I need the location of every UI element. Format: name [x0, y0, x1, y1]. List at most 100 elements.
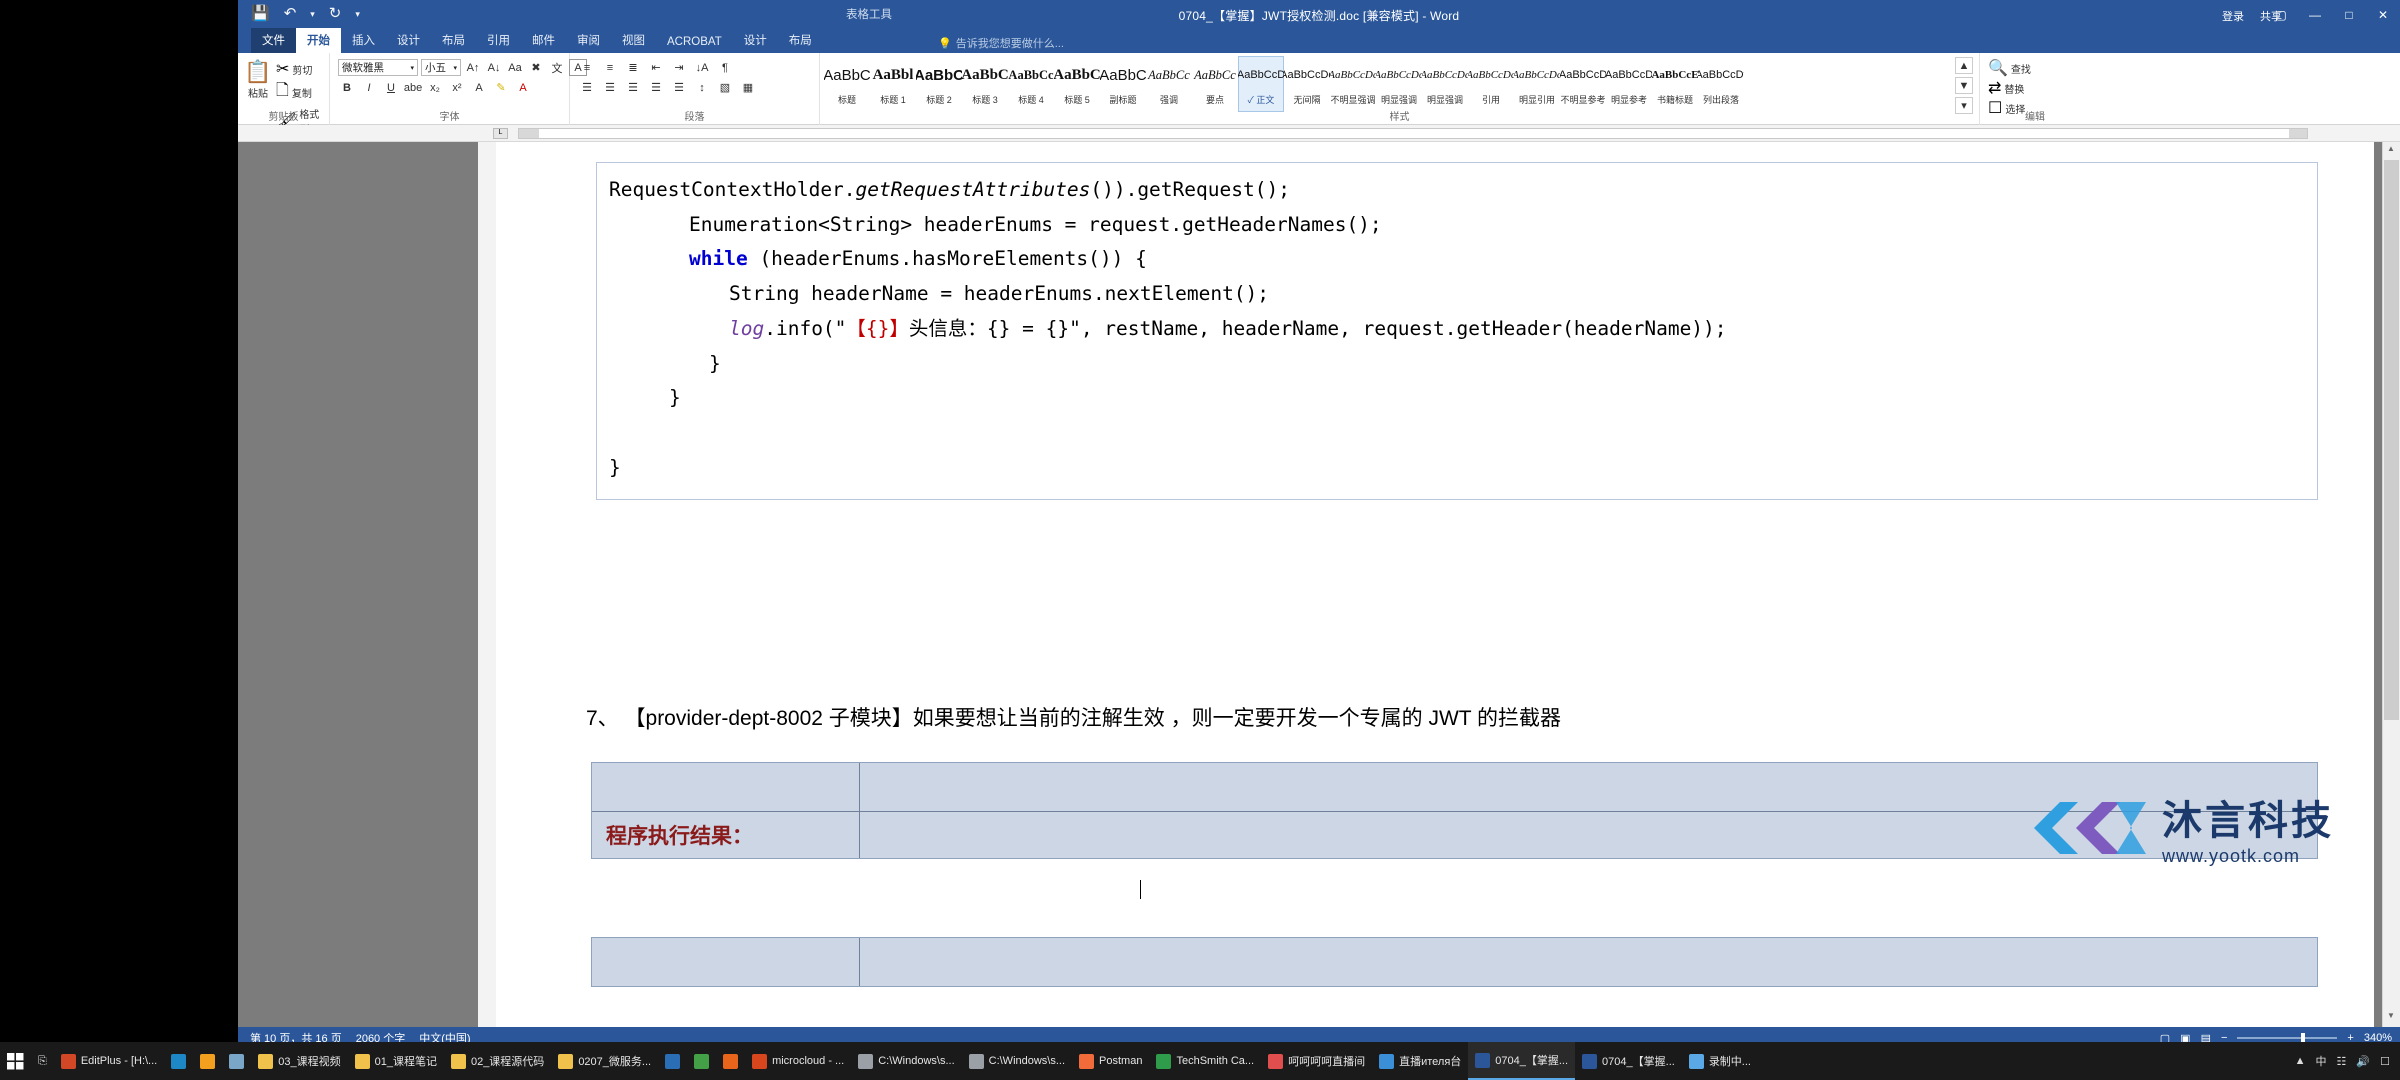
text-effects-icon[interactable]: A	[470, 79, 488, 96]
style-item-9[interactable]: AaBbCcD ✓ 正文	[1238, 56, 1284, 112]
tab-10[interactable]: 设计	[733, 28, 778, 53]
style-item-7[interactable]: AaBbCc 强调	[1146, 56, 1192, 112]
taskbar-item-6[interactable]: 02_课程源代码	[444, 1042, 551, 1080]
decrease-indent-icon[interactable]: ⇤	[647, 59, 665, 76]
zoom-slider[interactable]	[2237, 1033, 2338, 1043]
style-item-12[interactable]: AaBbCcDc 明显强调	[1376, 56, 1422, 112]
network-icon[interactable]: ☷	[2337, 1055, 2347, 1068]
document-canvas[interactable]: RequestContextHolder.getRequestAttribute…	[238, 142, 2400, 1027]
task-view-button[interactable]: ⎘	[31, 1042, 54, 1080]
align-right-icon[interactable]: ☰	[624, 79, 642, 96]
phonetic-guide-icon[interactable]: 文	[548, 59, 566, 76]
taskbar-item-20[interactable]: 录制中...	[1682, 1042, 1758, 1080]
scroll-down-icon[interactable]: ▼	[2384, 1011, 2398, 1025]
increase-indent-icon[interactable]: ⇥	[670, 59, 688, 76]
close-button[interactable]: ✕	[2366, 0, 2400, 30]
horizontal-ruler[interactable]	[518, 128, 2308, 139]
ribbon-tabs[interactable]: 文件 开始 插入 设计 布局 引用 邮件 审阅 视图 ACROBAT 设计 布局 💡 告诉我您想要做什…	[238, 28, 2400, 53]
minimize-button[interactable]: —	[2298, 0, 2332, 30]
window-controls[interactable]: ▢ — □ ✕	[2264, 0, 2400, 30]
shading-icon[interactable]: ▧	[716, 79, 734, 96]
ime-icon[interactable]: 中	[2316, 1053, 2327, 1069]
scroll-up-icon[interactable]: ▲	[2384, 144, 2398, 158]
scrollbar-thumb[interactable]	[2384, 160, 2399, 720]
bold-icon[interactable]: B	[338, 79, 356, 96]
taskbar-item-2[interactable]	[193, 1042, 222, 1080]
font-size-combo[interactable]: 小五 ▾	[421, 59, 461, 76]
style-item-10[interactable]: AaBbCcDc 无间隔	[1284, 56, 1330, 112]
maximize-button[interactable]: □	[2332, 0, 2366, 30]
multilevel-list-icon[interactable]: ≣	[624, 59, 642, 76]
taskbar-item-4[interactable]: 03_课程视频	[251, 1042, 347, 1080]
tab-5[interactable]: 引用	[476, 28, 521, 53]
taskbar-item-1[interactable]	[164, 1042, 193, 1080]
style-item-19[interactable]: AaBbCcDt 列出段落	[1698, 56, 1744, 112]
start-button[interactable]	[0, 1042, 31, 1080]
style-item-4[interactable]: AaBbCc 标题 4	[1008, 56, 1054, 112]
distribute-icon[interactable]: ☰	[670, 79, 688, 96]
tab-selector-button[interactable]: L	[493, 128, 508, 139]
text-highlight-icon[interactable]: ✎	[492, 79, 510, 96]
taskbar-item-9[interactable]	[687, 1042, 716, 1080]
table-row[interactable]	[592, 938, 2317, 986]
style-item-6[interactable]: AaBbC 副标题	[1100, 56, 1146, 112]
table-cell[interactable]	[592, 938, 860, 986]
style-item-17[interactable]: AaBbCcD 明显参考	[1606, 56, 1652, 112]
italic-icon[interactable]: I	[360, 79, 378, 96]
change-case-icon[interactable]: Aa	[506, 59, 524, 76]
tab-2[interactable]: 插入	[341, 28, 386, 53]
show-marks-icon[interactable]: ¶	[716, 59, 734, 76]
style-item-0[interactable]: AaBbC 标题	[824, 56, 870, 112]
tab-11[interactable]: 布局	[778, 28, 823, 53]
tab-1[interactable]: 开始	[296, 28, 341, 53]
style-item-13[interactable]: AaBbCcDc 明显强调	[1422, 56, 1468, 112]
paste-icon[interactable]: 📋	[244, 59, 272, 85]
font-color-icon[interactable]: A	[514, 79, 532, 96]
style-item-8[interactable]: AaBbCc 要点	[1192, 56, 1238, 112]
tell-me-box[interactable]: 💡 告诉我您想要做什么...	[938, 35, 1064, 51]
tab-9[interactable]: ACROBAT	[656, 32, 733, 53]
tab-7[interactable]: 审阅	[566, 28, 611, 53]
taskbar-item-11[interactable]: microcloud - ...	[745, 1042, 851, 1080]
styles-scroll-up-icon[interactable]: ▲	[1955, 57, 1973, 74]
taskbar-item-13[interactable]: C:\Windows\s...	[962, 1042, 1072, 1080]
tab-6[interactable]: 邮件	[521, 28, 566, 53]
taskbar-item-19[interactable]: 0704_【掌握...	[1575, 1042, 1682, 1080]
style-item-1[interactable]: AaBbl 标题 1	[870, 56, 916, 112]
justify-icon[interactable]: ☰	[647, 79, 665, 96]
style-item-3[interactable]: AaBbC 标题 3	[962, 56, 1008, 112]
result-table-2[interactable]	[591, 937, 2318, 987]
style-item-18[interactable]: AaBbCcE 书籍标题	[1652, 56, 1698, 112]
taskbar-item-5[interactable]: 01_课程笔记	[348, 1042, 444, 1080]
ribbon-display-options-icon[interactable]: ▢	[2264, 0, 2298, 30]
subscript-icon[interactable]: x₂	[426, 79, 444, 96]
taskbar-item-8[interactable]	[658, 1042, 687, 1080]
replace-button[interactable]: ⇄ 替换	[1988, 78, 2031, 98]
sign-in-label[interactable]: 登录	[2222, 8, 2244, 24]
taskbar-item-10[interactable]	[716, 1042, 745, 1080]
paste-label[interactable]: 粘贴	[244, 85, 272, 100]
style-item-15[interactable]: AaBbCcDc 明显引用	[1514, 56, 1560, 112]
find-button[interactable]: 🔍 查找	[1988, 58, 2031, 78]
bullets-icon[interactable]: ≡	[578, 59, 596, 76]
table-cell[interactable]	[592, 763, 860, 811]
document-page[interactable]: RequestContextHolder.getRequestAttribute…	[496, 142, 2374, 1027]
system-tray[interactable]: ▲ 中 ☷ 🔊 ☐	[2295, 1053, 2400, 1069]
borders-icon[interactable]: ▦	[739, 79, 757, 96]
taskbar-item-3[interactable]	[222, 1042, 251, 1080]
font-family-combo[interactable]: 微软雅黑 ▾	[338, 59, 418, 76]
underline-icon[interactable]: U	[382, 79, 400, 96]
strikethrough-icon[interactable]: abe	[404, 79, 422, 96]
styles-scroll-down-icon[interactable]: ▼	[1955, 77, 1973, 94]
table-cell[interactable]	[860, 938, 2317, 986]
tab-4[interactable]: 布局	[431, 28, 476, 53]
cut-button[interactable]: ✂ 剪切	[276, 59, 329, 79]
style-item-14[interactable]: AaBbCcDc 引用	[1468, 56, 1514, 112]
grow-font-icon[interactable]: A↑	[464, 59, 482, 76]
style-gallery[interactable]: AaBbC 标题 AaBbl 标题 1 AaBbC 标题 2 AaBbC 标题 3 AaBbCc…	[824, 56, 1934, 116]
volume-icon[interactable]: 🔊	[2356, 1055, 2370, 1068]
shrink-font-icon[interactable]: A↓	[485, 59, 503, 76]
sort-icon[interactable]: ↓A	[693, 59, 711, 76]
taskbar-item-0[interactable]: EditPlus - [H:\...	[54, 1042, 164, 1080]
tab-8[interactable]: 视图	[611, 28, 656, 53]
